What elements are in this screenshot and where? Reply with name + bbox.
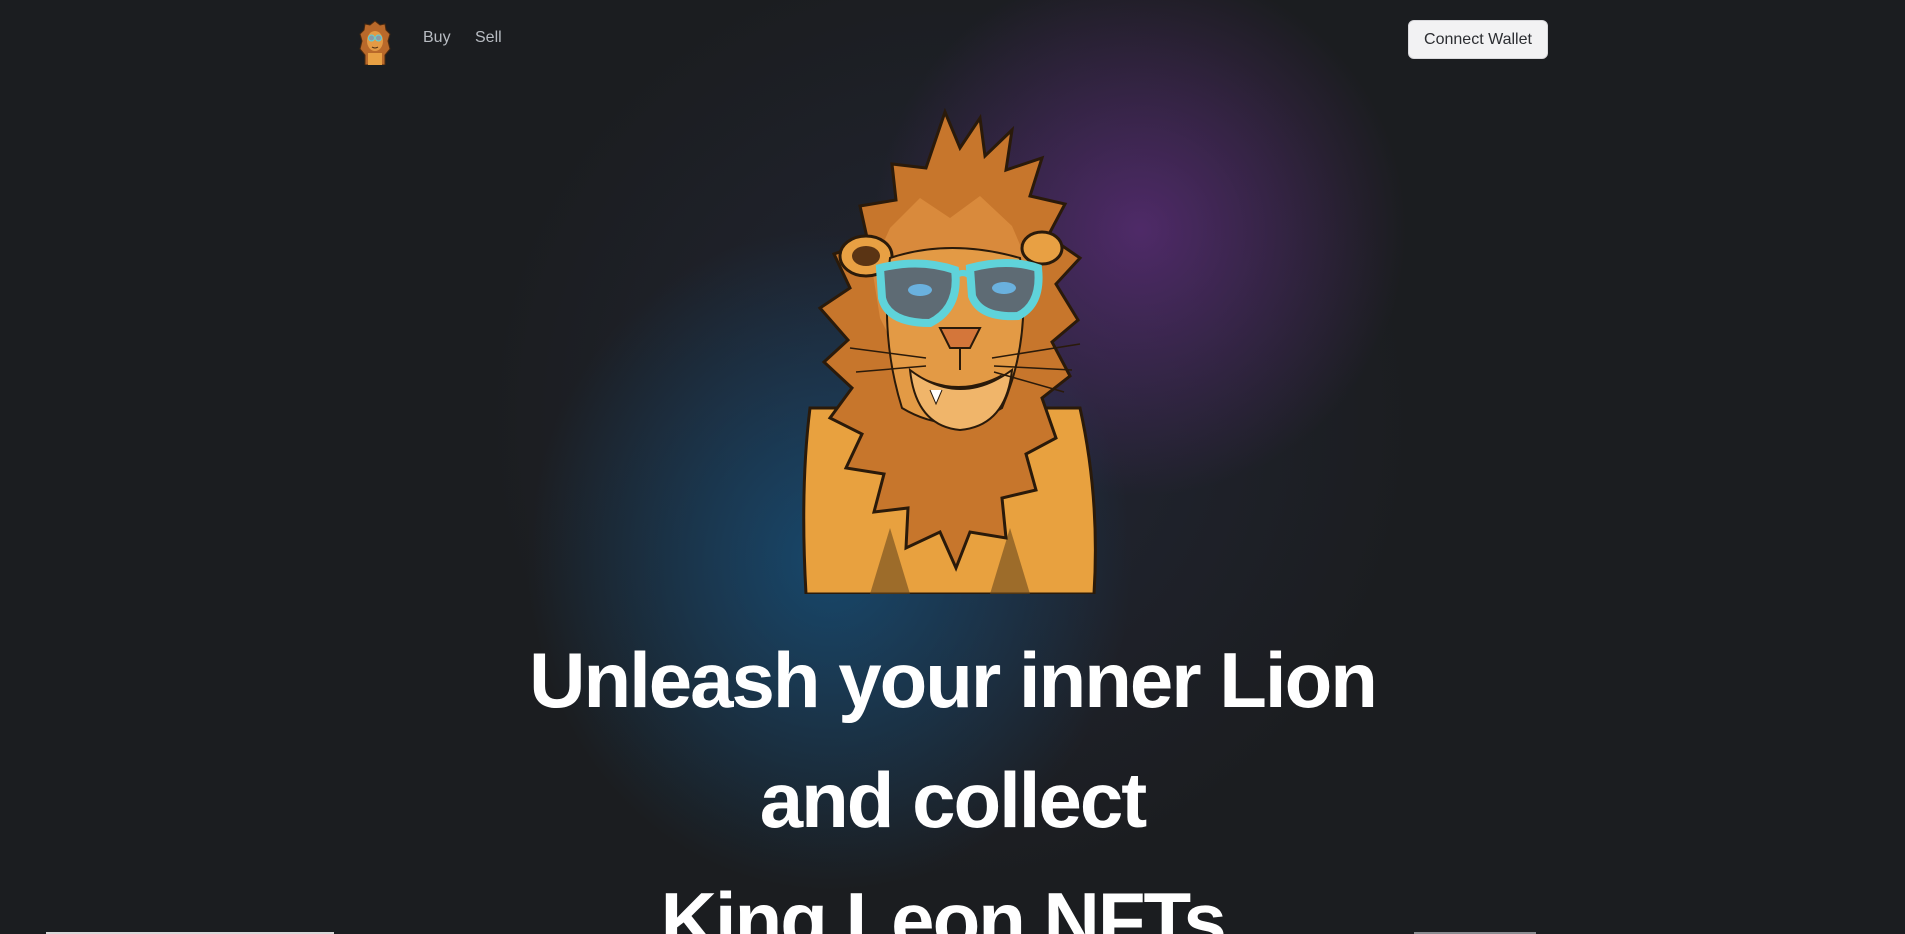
connect-wallet-button[interactable]: Connect Wallet (1408, 20, 1548, 59)
headline-line-3: King Leon NFTs. (660, 876, 1247, 934)
headline-line-1: Unleash your inner Lion (529, 636, 1378, 724)
nav-link-buy[interactable]: Buy (423, 29, 451, 47)
page: Buy Sell Connect Wallet Unleash your inn… (0, 0, 1905, 934)
headline-line-2: and collect (759, 756, 1147, 844)
nav-link-sell[interactable]: Sell (475, 29, 502, 47)
lion-with-sunglasses-illustration (802, 108, 1097, 594)
top-navigation: Buy Sell Connect Wallet (0, 0, 1905, 80)
hero-headline: Unleash your inner Lion and collect King… (0, 620, 1905, 934)
lion-logo-icon[interactable] (358, 19, 392, 65)
